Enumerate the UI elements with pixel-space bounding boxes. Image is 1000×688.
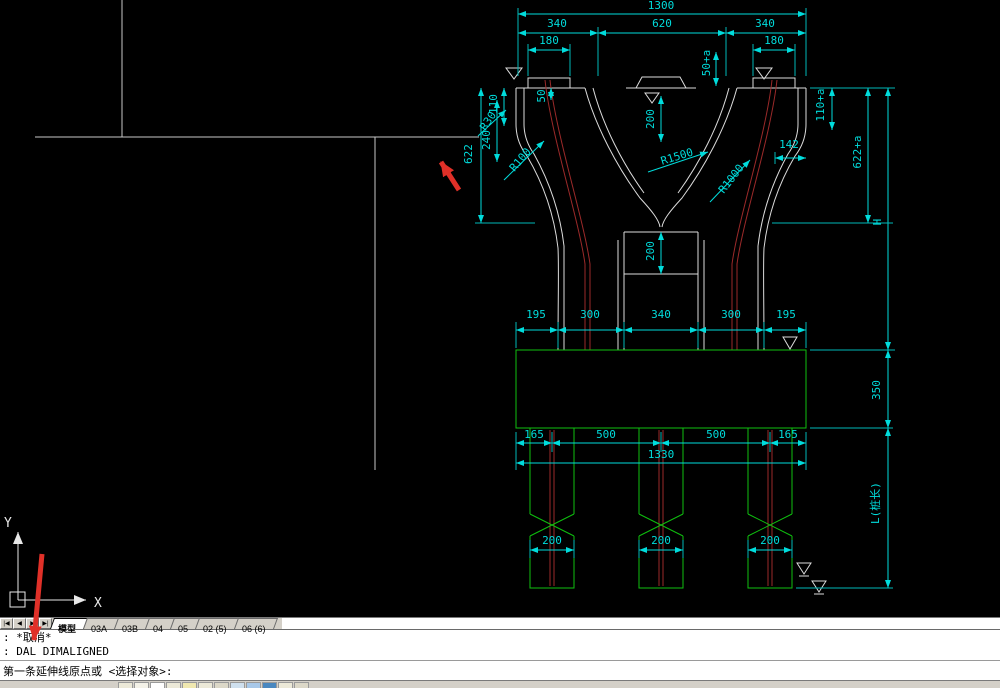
dimension-label: 165 [778, 428, 798, 441]
drawing-canvas[interactable]: 1300340 620 340180 18050+a110 50200R30240622… [0, 0, 1000, 617]
dimension-label: 350 [870, 380, 883, 400]
dimension-label: 622 [462, 144, 475, 164]
layout-tab[interactable]: 02 (5) [195, 618, 239, 634]
dimension-label: 200 [542, 534, 562, 547]
dimension-label: L(桩长) [868, 482, 882, 524]
dimension-label: 1330 [648, 448, 675, 461]
dimension-label: 195 [776, 308, 796, 321]
toolbar-icon[interactable] [166, 682, 181, 688]
toolbar-icon[interactable] [278, 682, 293, 688]
toolbar-icon[interactable] [230, 682, 245, 688]
ucs-x-label: X [94, 596, 102, 611]
dimension-label: 500 [706, 428, 726, 441]
dimension-label: 1300 [648, 0, 675, 12]
dimension-label: 240 [480, 130, 493, 150]
dimension-label: 340 [755, 17, 775, 30]
toolbar-icon[interactable] [150, 682, 165, 688]
dimension-label: 200 [760, 534, 780, 547]
layout-tab-label: 05 [178, 624, 189, 634]
ucs-y-label: Y [4, 516, 12, 531]
dimension-label: R100 [507, 145, 534, 174]
toolbar-icon[interactable] [118, 682, 133, 688]
dimension-label: R1000 [716, 162, 747, 196]
dimension-label: 165 [524, 428, 544, 441]
model-space-canvas[interactable]: 1300 340 620 340 180 180 50+a 110 50 200 R30 240 622… [0, 0, 1000, 641]
dimension-label: H [871, 219, 884, 226]
tab-nav-buttons: |◀ ◀ ▶ ▶| [0, 618, 52, 629]
dimension-label: 500 [596, 428, 616, 441]
bottom-toolbar [0, 680, 1000, 688]
dimension-label: 50+a [700, 50, 713, 77]
layout-tab-label: 02 (5) [203, 624, 227, 634]
dimension-label: 195 [526, 308, 546, 321]
dimension-label: 50 [535, 89, 548, 102]
layout-tab-label: 04 [153, 624, 164, 634]
command-line-window[interactable]: : *取消*: DAL DIMALIGNED 第一条延伸线原点或 <选择对象>: [0, 629, 1000, 680]
dimension-label: 200 [644, 241, 657, 261]
dimension-label: 300 [580, 308, 600, 321]
ucs-icon: Y X [4, 516, 102, 611]
layout-tab-bar: |◀ ◀ ▶ ▶| 模型 03A 03B 04 05 02 (5) 06 (6) [0, 617, 1000, 634]
dimension-label: 622+a [851, 135, 864, 168]
toolbar-icon[interactable] [134, 682, 149, 688]
dimension-label: 620 [652, 17, 672, 30]
dimension-label: 180 [539, 34, 559, 47]
toolbar-icon[interactable] [198, 682, 213, 688]
toolbar-icon[interactable] [262, 682, 277, 688]
layout-tabs: 模型 03A 03B 04 05 02 (5) 06 (6) [49, 618, 283, 634]
layout-tab-label: 模型 [57, 624, 77, 634]
toolbar-icon[interactable] [214, 682, 229, 688]
command-history-line: : DAL DIMALIGNED [3, 645, 109, 658]
dimension-label: 340 [651, 308, 671, 321]
dimension-label: 340 [547, 17, 567, 30]
layout-tab-label: 03B [122, 624, 139, 634]
tab-scroll-button[interactable]: ▶ [26, 618, 39, 629]
command-history: : *取消*: DAL DIMALIGNED [0, 630, 1000, 660]
tab-scroll-button[interactable]: |◀ [0, 618, 13, 629]
toolbar-icon[interactable] [246, 682, 261, 688]
layout-tab-label: 06 (6) [241, 624, 266, 634]
dimension-label: 300 [721, 308, 741, 321]
dimension-label: 200 [651, 534, 671, 547]
dimension-label: 110+a [814, 88, 827, 121]
layout-tab-label: 03A [91, 624, 108, 634]
dimension-label: 180 [764, 34, 784, 47]
footing-and-piles [515, 349, 807, 589]
dimension-label: 200 [644, 109, 657, 129]
layout-tab[interactable]: 06 (6) [233, 618, 278, 634]
crosshair-lines [35, 0, 479, 470]
tab-scroll-button[interactable]: ◀ [13, 618, 26, 629]
toolbar-icon[interactable] [294, 682, 309, 688]
dimension-label: 142 [779, 138, 799, 151]
toolbar-icon[interactable] [182, 682, 197, 688]
dimension-label: R1500 [659, 146, 694, 168]
autocad-window: 1300 340 620 340 180 180 50+a 110 50 200 R30 240 622… [0, 0, 1000, 688]
